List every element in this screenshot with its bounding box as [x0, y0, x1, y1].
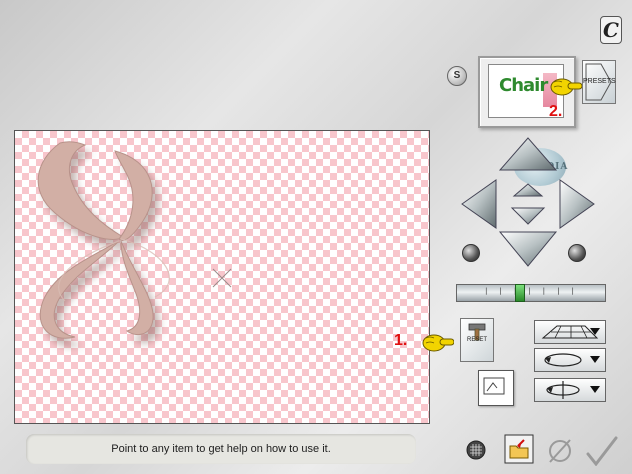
arrow-left-icon[interactable]: [461, 179, 497, 229]
null-icon[interactable]: [546, 438, 574, 464]
arrow-up-icon[interactable]: [498, 137, 558, 171]
rotate-dropdown[interactable]: [534, 348, 606, 372]
slider-thumb[interactable]: [515, 284, 525, 302]
help-bar: Point to any item to get help on how to …: [26, 434, 416, 464]
flip-dropdown[interactable]: [534, 378, 606, 402]
rotate-right-knob-icon[interactable]: [568, 244, 586, 262]
arrow-right-icon[interactable]: [559, 179, 595, 229]
chevron-down-icon: [590, 328, 600, 335]
step-1-label: 1.: [394, 332, 408, 349]
slider-marks: | | | | | | |: [484, 287, 578, 295]
s-button[interactable]: S: [447, 66, 467, 86]
center-cross-icon: [212, 268, 232, 288]
presets-button[interactable]: PRESETS: [582, 60, 616, 104]
center-down-icon[interactable]: [510, 207, 546, 225]
chevron-down-icon: [590, 386, 600, 393]
open-folder-icon[interactable]: [504, 434, 534, 464]
reset-label: RESET: [466, 337, 487, 343]
arrow-down-icon[interactable]: [498, 231, 558, 267]
preview-canvas[interactable]: [14, 130, 430, 424]
logo-icon: C: [600, 16, 622, 44]
presets-label: PRESETS: [583, 78, 616, 85]
preview-frame-icon: [483, 377, 505, 395]
bow-shape: [37, 141, 232, 339]
checkmark-icon[interactable]: [586, 436, 618, 466]
step-2-label: 2.: [549, 103, 563, 120]
zoom-slider[interactable]: | | | | | | |: [456, 284, 606, 302]
reset-button[interactable]: RESET: [460, 318, 494, 362]
small-preview[interactable]: [478, 370, 514, 406]
rotate-left-knob-icon[interactable]: [462, 244, 480, 262]
pointing-hand-icon: [550, 78, 582, 96]
grid-icon[interactable]: [466, 440, 486, 460]
center-up-icon[interactable]: [512, 183, 544, 197]
pointing-hand-icon: [422, 334, 454, 352]
chevron-down-icon: [590, 356, 600, 363]
thumb-text: Chair: [499, 75, 548, 96]
perspective-dropdown[interactable]: [534, 320, 606, 344]
